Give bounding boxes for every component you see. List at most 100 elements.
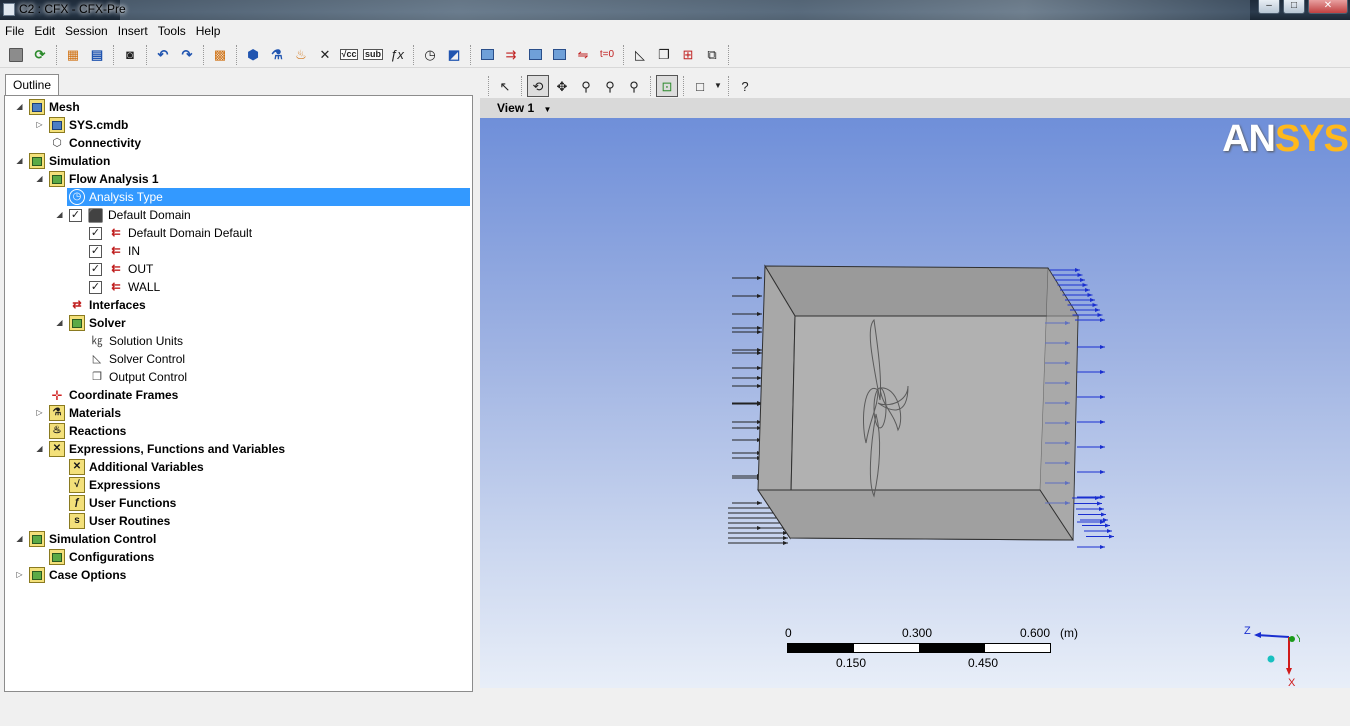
undo-icon[interactable]: ↶: [152, 44, 174, 66]
tree-item[interactable]: ✕ Additional Variables: [5, 458, 470, 476]
additional-variable-icon[interactable]: ✕: [314, 44, 336, 66]
minimize-button[interactable]: –: [1258, 0, 1280, 14]
tree-item[interactable]: ▷ Case Options: [5, 566, 470, 584]
tree-item[interactable]: ✛ Coordinate Frames: [5, 386, 470, 404]
menu-file[interactable]: File: [2, 24, 31, 38]
collapse-icon[interactable]: ◢: [35, 444, 44, 453]
menu-session[interactable]: Session: [62, 24, 115, 38]
tree-item[interactable]: ㎏ Solution Units: [5, 332, 470, 350]
tree-item[interactable]: ▷ ⚗ Materials: [5, 404, 470, 422]
close-button[interactable]: ✕: [1308, 0, 1348, 14]
convergence-icon[interactable]: ◺: [629, 44, 651, 66]
collapse-icon[interactable]: ◢: [55, 318, 64, 327]
collapse-icon[interactable]: ◢: [55, 210, 64, 219]
3d-viewport[interactable]: ANSYS 0 0.300 0.600 (m) 0.150 0.450 Z Y …: [480, 118, 1350, 688]
define-run-icon[interactable]: ⧉: [701, 44, 723, 66]
tree-item[interactable]: ◺ Solver Control: [5, 350, 470, 368]
outlet-arrow-head: [1097, 501, 1102, 506]
domain-icon[interactable]: ⬢: [242, 44, 264, 66]
visibility-checkbox[interactable]: ✓: [89, 262, 102, 276]
select-icon[interactable]: ↖: [494, 75, 516, 97]
outlet-arrow-head: [1107, 529, 1112, 533]
toolbar-separator: [650, 76, 651, 96]
save-icon[interactable]: [5, 44, 27, 66]
tree-item[interactable]: ✓ ⇇ IN: [5, 242, 470, 260]
tree-item[interactable]: ◢ Flow Analysis 1: [5, 170, 470, 188]
mesh-adaption-icon[interactable]: ⊞: [677, 44, 699, 66]
zoom-box-icon[interactable]: ⚲: [599, 75, 621, 97]
domain-insert-icon[interactable]: [476, 44, 498, 66]
analysis-type-icon[interactable]: ◷: [419, 44, 441, 66]
tree-item[interactable]: Analysis Type: [67, 188, 470, 206]
tree-item[interactable]: ▷ SYS.cmdb: [5, 116, 470, 134]
import-mesh-icon[interactable]: ▦: [62, 44, 84, 66]
simulation-icon: [29, 153, 45, 169]
collapse-icon[interactable]: ◢: [15, 534, 24, 543]
interfaces-icon: ⇄: [72, 298, 82, 311]
tree-item[interactable]: ❐ Output Control: [5, 368, 470, 386]
tree-item[interactable]: ⬡ Connectivity: [5, 134, 470, 152]
outlet-arrow-head: [1105, 523, 1110, 528]
tree-item[interactable]: ◢ Solver: [5, 314, 470, 332]
tab-outline[interactable]: Outline: [5, 74, 59, 96]
output-control-icon[interactable]: ❐: [653, 44, 675, 66]
tree-item[interactable]: ◢ Simulation Control: [5, 530, 470, 548]
fit-view-icon[interactable]: ⊡: [656, 75, 678, 97]
expand-icon[interactable]: ▷: [35, 408, 44, 417]
tree-item[interactable]: ⇄ Interfaces: [5, 296, 470, 314]
domain-interface-icon[interactable]: ⇋: [572, 44, 594, 66]
visibility-checkbox[interactable]: ✓: [89, 226, 102, 240]
visibility-checkbox[interactable]: ✓: [89, 244, 102, 258]
tree-item[interactable]: ƒ User Functions: [5, 494, 470, 512]
zoom-fit-icon[interactable]: ⚲: [623, 75, 645, 97]
reaction-icon[interactable]: ♨: [290, 44, 312, 66]
tree-item[interactable]: ✓ ⇇ WALL: [5, 278, 470, 296]
expression-icon[interactable]: √cc: [338, 44, 360, 66]
collapse-icon[interactable]: ◢: [35, 174, 44, 183]
help-pointer-icon[interactable]: ?: [734, 75, 756, 97]
visibility-checkbox[interactable]: ✓: [89, 280, 102, 294]
subdomain-icon[interactable]: [524, 44, 546, 66]
pan-icon[interactable]: ✥: [551, 75, 573, 97]
tree-item[interactable]: Configurations: [5, 548, 470, 566]
mesh-operations-icon[interactable]: ▤: [86, 44, 108, 66]
tree-item[interactable]: s User Routines: [5, 512, 470, 530]
tree-item[interactable]: ♨ Reactions: [5, 422, 470, 440]
view-selector[interactable]: View 1 ▼: [480, 98, 1350, 118]
expand-icon[interactable]: ▷: [35, 120, 44, 129]
tree-item[interactable]: ✓ ⇇ Default Domain Default: [5, 224, 470, 242]
tree-item[interactable]: √ Expressions: [5, 476, 470, 494]
initialization-icon[interactable]: t=0: [596, 44, 618, 66]
solver-control-icon[interactable]: ◩: [443, 44, 465, 66]
menu-insert[interactable]: Insert: [115, 24, 155, 38]
outlet-arrow-head: [1103, 518, 1108, 522]
material-icon[interactable]: ⚗: [266, 44, 288, 66]
menu-help[interactable]: Help: [193, 24, 228, 38]
collapse-icon[interactable]: ◢: [15, 102, 24, 111]
toolbar-separator: [728, 44, 729, 65]
tree-item[interactable]: ◢ ✕ Expressions, Functions and Variables: [5, 440, 470, 458]
viewport-layout-icon[interactable]: □: [689, 75, 711, 97]
rotate-icon[interactable]: ⟲: [527, 75, 549, 97]
maximize-button[interactable]: □: [1283, 0, 1305, 14]
redo-icon[interactable]: ↷: [176, 44, 198, 66]
chevron-down-icon[interactable]: ▼: [713, 75, 723, 97]
visibility-checkbox[interactable]: ✓: [69, 208, 82, 222]
user-routine-icon[interactable]: sub: [362, 44, 384, 66]
refresh-icon[interactable]: ⟳: [29, 44, 51, 66]
tree-item[interactable]: ◢ Simulation: [5, 152, 470, 170]
zoom-icon[interactable]: ⚲: [575, 75, 597, 97]
menu-tools[interactable]: Tools: [155, 24, 193, 38]
tree-item-label: User Routines: [89, 514, 171, 528]
user-function-icon[interactable]: ƒx: [386, 44, 408, 66]
camera-icon[interactable]: ◙: [119, 44, 141, 66]
menu-edit[interactable]: Edit: [31, 24, 62, 38]
collapse-icon[interactable]: ◢: [15, 156, 24, 165]
source-point-icon[interactable]: [548, 44, 570, 66]
tree-item[interactable]: ◢ ✓ ⬛ Default Domain: [5, 206, 470, 224]
boundary-icon[interactable]: ⇉: [500, 44, 522, 66]
tree-item[interactable]: ◢ Mesh: [5, 98, 470, 116]
edit-mesh-icon[interactable]: ▩: [209, 44, 231, 66]
tree-item[interactable]: ✓ ⇇ OUT: [5, 260, 470, 278]
expand-icon[interactable]: ▷: [15, 570, 24, 579]
